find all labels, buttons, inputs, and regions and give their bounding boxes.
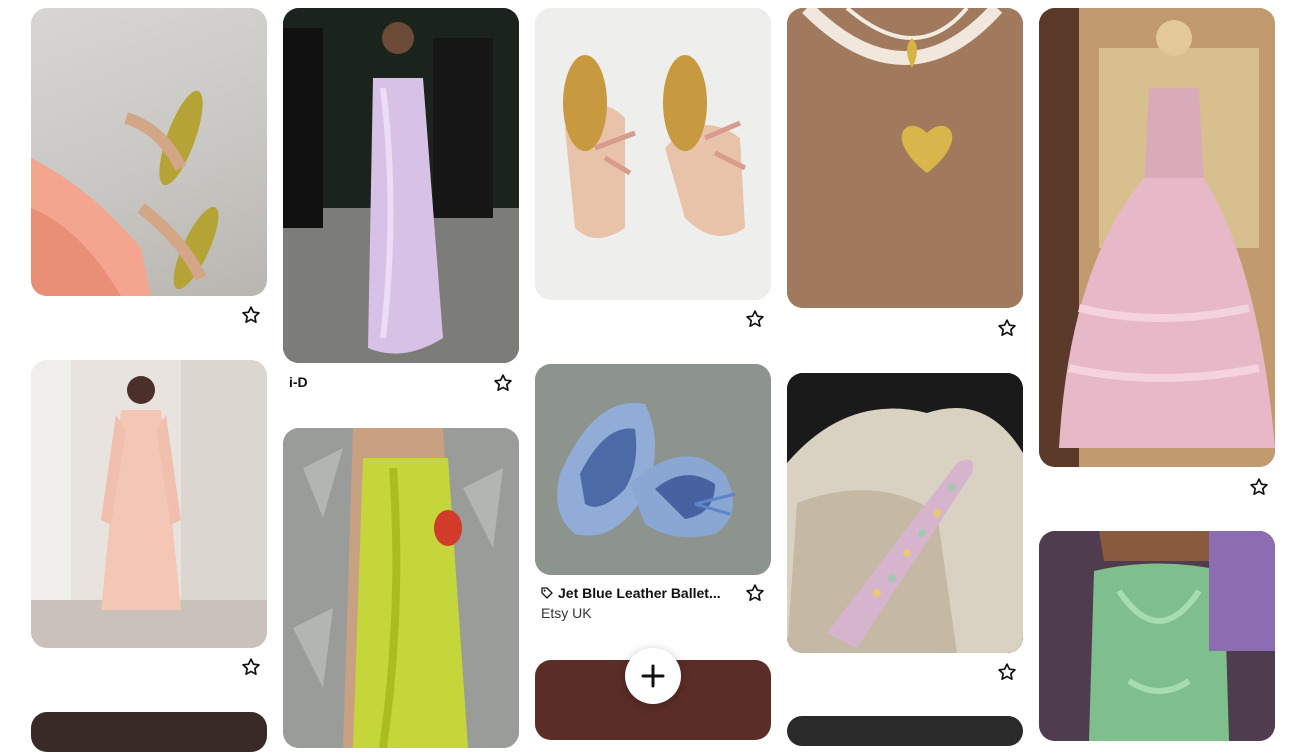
- ballet-flats-photo: [535, 364, 771, 575]
- locket-photo: [787, 8, 1023, 308]
- pin-image-ruffled-gown[interactable]: [1039, 8, 1275, 467]
- pin-source[interactable]: Etsy UK: [541, 605, 592, 621]
- peach-dress-photo: [31, 360, 267, 648]
- pin-image-next[interactable]: [31, 712, 267, 752]
- save-star-icon[interactable]: [744, 308, 766, 330]
- pin-title[interactable]: Jet Blue Leather Ballet...: [541, 585, 731, 601]
- save-star-icon[interactable]: [240, 304, 262, 326]
- pin-image-bow-mules[interactable]: [535, 8, 771, 300]
- pin-image-ballet-flats[interactable]: [535, 364, 771, 575]
- pin-image-heels[interactable]: [31, 8, 267, 296]
- add-button[interactable]: [625, 648, 681, 704]
- green-satin-photo: [1039, 531, 1275, 741]
- save-star-icon[interactable]: [996, 661, 1018, 683]
- price-tag-icon: [541, 587, 553, 599]
- save-star-icon[interactable]: [744, 582, 766, 604]
- pin-image-peach-dress[interactable]: [31, 360, 267, 648]
- pin-image-next[interactable]: [787, 716, 1023, 746]
- ruffled-gown-photo: [1039, 8, 1275, 467]
- pin-image-locket[interactable]: [787, 8, 1023, 308]
- sequin-clutch-photo: [787, 373, 1023, 653]
- save-star-icon[interactable]: [492, 372, 514, 394]
- lavender-gown-photo: [283, 8, 519, 363]
- save-star-icon[interactable]: [996, 317, 1018, 339]
- pin-image-sequin-clutch[interactable]: [787, 373, 1023, 653]
- plus-icon: [641, 664, 665, 688]
- pin-image-lime-dress[interactable]: [283, 428, 519, 748]
- pin-image-lavender-gown[interactable]: [283, 8, 519, 363]
- heels-photo: [31, 90, 219, 296]
- pin-image-green-satin[interactable]: [1039, 531, 1275, 741]
- bow-mules-photo: [535, 8, 771, 300]
- save-star-icon[interactable]: [240, 656, 262, 678]
- lime-dress-photo: [283, 428, 519, 748]
- save-star-icon[interactable]: [1248, 476, 1270, 498]
- pin-title-text: Jet Blue Leather Ballet...: [558, 585, 721, 601]
- pin-title[interactable]: i-D: [289, 374, 469, 390]
